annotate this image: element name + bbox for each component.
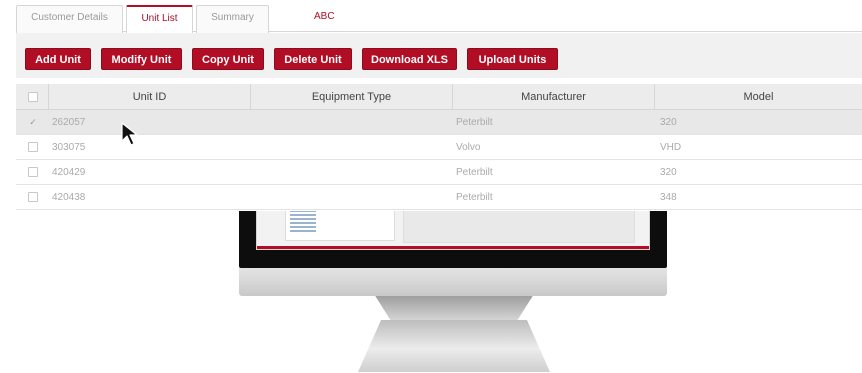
cell-unit-id: 420438	[52, 192, 86, 203]
modify-unit-button[interactable]: Modify Unit	[101, 48, 182, 70]
row-checkbox[interactable]	[28, 167, 38, 177]
column-header-model[interactable]: Model	[654, 84, 862, 110]
toolbar: Add Unit Modify Unit Copy Unit Delete Un…	[16, 33, 862, 78]
checkmark-icon[interactable]: ✓	[28, 117, 38, 127]
mouse-cursor-icon	[121, 122, 138, 146]
cell-manufacturer: Volvo	[456, 142, 481, 153]
monitor-preview-accent-bar	[257, 246, 649, 249]
row-checkbox[interactable]	[28, 142, 38, 152]
copy-unit-button[interactable]: Copy Unit	[192, 48, 264, 70]
tab-summary[interactable]: Summary	[196, 5, 269, 33]
select-all-cell	[16, 84, 48, 110]
cell-model: 348	[660, 192, 677, 203]
tab-bar: Customer Details Unit List Summary ABC	[16, 0, 862, 33]
upload-units-button[interactable]: Upload Units	[467, 48, 558, 70]
cell-manufacturer: Peterbilt	[456, 167, 493, 178]
monitor-chin	[239, 268, 667, 296]
table-header: Unit ID Equipment Type Manufacturer Mode…	[16, 84, 862, 110]
download-xls-button[interactable]: Download XLS	[362, 48, 457, 70]
table-row[interactable]: 420438 Peterbilt 348	[16, 185, 862, 210]
tab-account-abc[interactable]: ABC	[314, 5, 335, 29]
monitor-stand-base	[358, 320, 550, 372]
cell-manufacturer: Peterbilt	[456, 192, 493, 203]
cell-unit-id: 420429	[52, 167, 86, 178]
select-all-checkbox[interactable]	[28, 92, 38, 102]
delete-unit-button[interactable]: Delete Unit	[274, 48, 352, 70]
column-header-unit-id[interactable]: Unit ID	[48, 84, 250, 110]
cell-unit-id: 262057	[52, 117, 86, 128]
tab-customer-details[interactable]: Customer Details	[16, 5, 123, 33]
row-checkbox[interactable]	[28, 192, 38, 202]
cell-unit-id: 303075	[52, 142, 86, 153]
unit-list-panel: Customer Details Unit List Summary ABC A…	[16, 0, 862, 211]
tab-unit-list[interactable]: Unit List	[126, 5, 193, 33]
cell-model: VHD	[660, 142, 682, 153]
table-row[interactable]: 420429 Peterbilt 320	[16, 160, 862, 185]
cell-model: 320	[660, 117, 677, 128]
cell-manufacturer: Peterbilt	[456, 117, 493, 128]
column-header-equipment-type[interactable]: Equipment Type	[250, 84, 452, 110]
monitor-stand-neck	[375, 296, 533, 322]
cell-model: 320	[660, 167, 677, 178]
add-unit-button[interactable]: Add Unit	[25, 48, 91, 70]
column-header-manufacturer[interactable]: Manufacturer	[452, 84, 654, 110]
